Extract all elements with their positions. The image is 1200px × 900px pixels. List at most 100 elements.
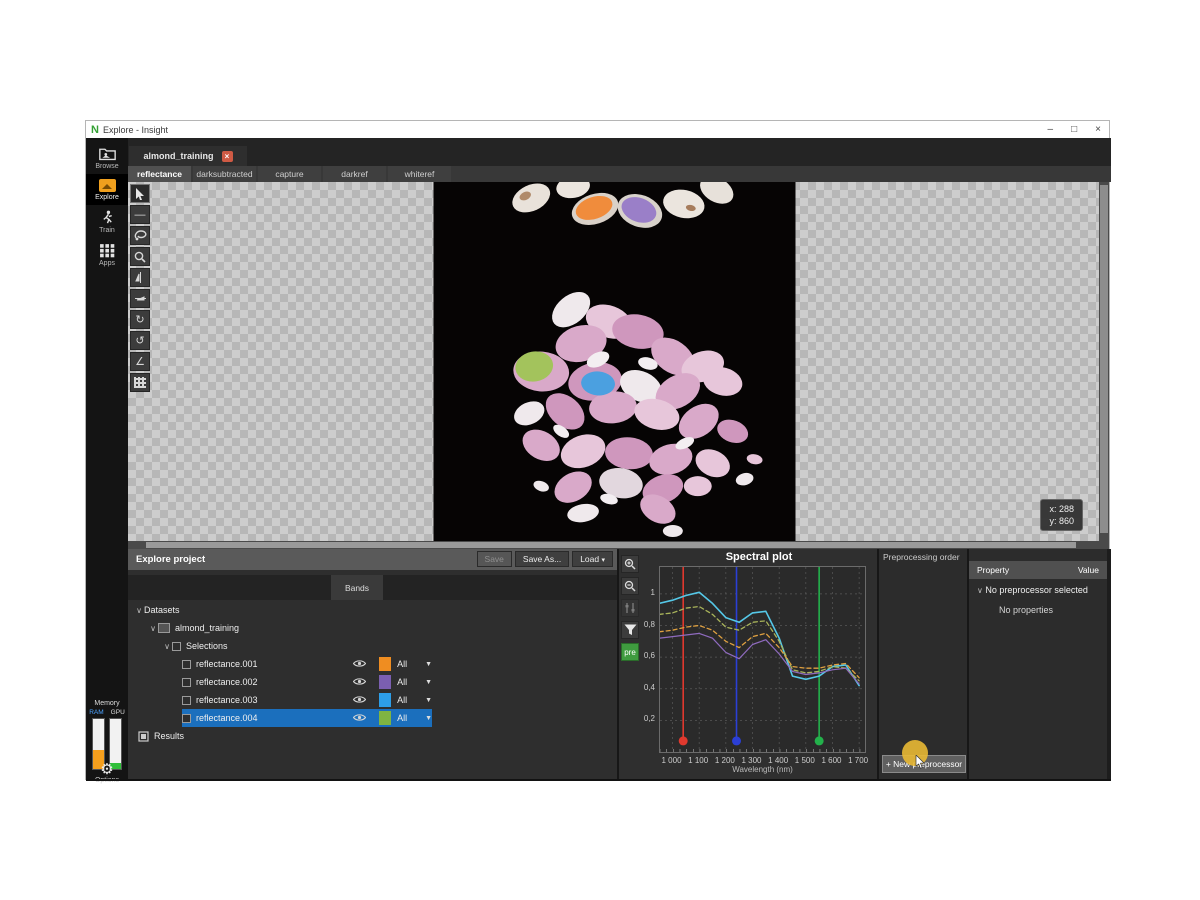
table-row[interactable]: reflectance.004 All ▼ (128, 709, 617, 727)
sidebar-item-apps[interactable]: Apps (86, 238, 128, 271)
x-axis-title: Wavelength (nm) (659, 765, 866, 774)
angle-tool[interactable]: ∠ (130, 352, 150, 371)
checkbox[interactable] (182, 714, 191, 723)
spectral-plot-area[interactable] (659, 566, 866, 753)
ram-label: RAM (89, 709, 103, 716)
selection-color-swatch[interactable] (379, 693, 391, 707)
tab-whiteref[interactable]: whiteref (388, 166, 451, 182)
selection-color-swatch[interactable] (379, 711, 391, 725)
x-tick-label: 1 700 (841, 756, 875, 765)
chevron-down-icon[interactable]: ▼ (425, 661, 432, 668)
maximize-button[interactable]: □ (1071, 124, 1077, 135)
bands-value[interactable]: All (397, 695, 417, 705)
sidebar-item-train[interactable]: Train (86, 205, 128, 238)
visibility-eye-icon[interactable] (353, 713, 369, 724)
visibility-eye-icon[interactable] (353, 659, 369, 670)
bands-value[interactable]: All (397, 713, 417, 723)
tab-almond-training[interactable]: almond_training × (129, 146, 247, 166)
zoom-tool[interactable] (130, 247, 150, 266)
settings-sliders-icon[interactable] (621, 599, 639, 617)
selection-name: reflectance.004 (196, 713, 258, 723)
preprocessing-order-panel: Preprocessing order + New preprocessor (879, 549, 969, 779)
flip-vertical-tool[interactable] (130, 268, 150, 287)
flip-horizontal-tool[interactable] (130, 289, 150, 308)
save-as-button[interactable]: Save As... (515, 551, 569, 567)
hyperspectral-image[interactable] (433, 182, 796, 541)
selection-color-swatch[interactable] (379, 657, 391, 671)
explore-project-panel: Explore project Save Save As... Load ▾ B… (128, 549, 619, 779)
vertical-scrollbar-thumb[interactable] (1100, 185, 1108, 533)
tree-column-header: Bands (128, 575, 617, 600)
save-button[interactable]: Save (477, 551, 512, 567)
stream-tab-bar: reflectance darksubtracted capture darkr… (128, 166, 1111, 182)
bands-grid-tool[interactable] (130, 373, 150, 392)
tree-node-label: Datasets (144, 605, 180, 615)
chevron-down-icon[interactable]: ∨ (148, 624, 158, 633)
chevron-down-icon[interactable]: ▼ (425, 715, 432, 722)
lasso-tool[interactable] (130, 226, 150, 245)
selection-color-swatch[interactable] (379, 675, 391, 689)
rotate-cw-tool[interactable]: ↻ (130, 310, 150, 329)
minimize-button[interactable]: – (1048, 124, 1054, 135)
sidebar-item-label: Explore (95, 194, 119, 201)
bands-column-header[interactable]: Bands (331, 575, 383, 600)
chevron-down-icon: ▾ (601, 557, 605, 564)
close-button[interactable]: × (1095, 124, 1101, 135)
results-icon (138, 731, 149, 742)
rotate-ccw-tool[interactable]: ↺ (130, 331, 150, 350)
tab-darkref[interactable]: darkref (323, 166, 386, 182)
sidebar-item-browse[interactable]: Browse (86, 138, 128, 174)
checkbox[interactable] (182, 660, 191, 669)
bands-value[interactable]: All (397, 677, 417, 687)
y-tick-label: 0,2 (633, 714, 655, 723)
tree-node-dataset[interactable]: ∨ almond_training (128, 619, 617, 637)
apps-grid-icon (99, 243, 116, 258)
pointer-tool[interactable] (130, 184, 150, 203)
checkbox[interactable] (182, 696, 191, 705)
checkbox[interactable] (172, 642, 181, 651)
vertical-scrollbar[interactable] (1099, 182, 1109, 541)
sidebar-item-label: Apps (99, 260, 115, 267)
selection-name: reflectance.002 (196, 677, 258, 687)
chevron-down-icon[interactable]: ∨ (134, 606, 144, 615)
chevron-down-icon[interactable]: ▼ (425, 697, 432, 704)
spectral-plot-panel: Spectral plot pre 0,20,40,60,81 (619, 549, 879, 779)
bands-value[interactable]: All (397, 659, 417, 669)
cursor-coordinates: x: 288 y: 860 (1040, 499, 1083, 531)
chevron-down-icon[interactable]: ∨ (162, 642, 172, 651)
tab-darksubtracted[interactable]: darksubtracted (193, 166, 256, 182)
tree-node-results[interactable]: Results (128, 727, 617, 745)
image-viewer[interactable]: — ↻ ↺ ∠ x: 288 y: 860 (128, 182, 1099, 541)
spectral-plot-canvas (660, 567, 865, 752)
tree-node-datasets[interactable]: ∨ Datasets (128, 601, 617, 619)
load-button-label: Load (580, 554, 599, 564)
viewer-toolbar: — ↻ ↺ ∠ (130, 184, 151, 394)
sidebar-item-explore[interactable]: Explore (86, 174, 128, 205)
line-tool[interactable]: — (130, 205, 150, 224)
load-button[interactable]: Load ▾ (572, 551, 613, 567)
horizontal-scrollbar[interactable] (128, 541, 1109, 549)
table-row[interactable]: reflectance.003All▼ (128, 691, 617, 709)
property-column-header: Property (977, 565, 1009, 575)
y-tick-label: 0,6 (633, 651, 655, 660)
visibility-eye-icon[interactable] (353, 695, 369, 706)
tab-reflectance[interactable]: reflectance (128, 166, 191, 182)
tab-capture[interactable]: capture (258, 166, 321, 182)
visibility-eye-icon[interactable] (353, 677, 369, 688)
chevron-down-icon: ∨ (977, 586, 983, 595)
tree-node-selections[interactable]: ∨ Selections (128, 637, 617, 655)
chevron-down-icon[interactable]: ▼ (425, 679, 432, 686)
value-column-header: Value (1078, 565, 1099, 575)
tree-node-label: almond_training (175, 623, 239, 633)
table-row[interactable]: reflectance.002 All ▼ (128, 673, 617, 691)
gpu-label: GPU (111, 709, 125, 716)
horizontal-scrollbar-thumb[interactable] (146, 542, 1076, 548)
properties-header: Property Value (969, 561, 1107, 579)
tab-label: almond_training (143, 151, 213, 161)
window-title: Explore - Insight (103, 125, 168, 135)
checkbox[interactable] (182, 678, 191, 687)
runner-icon (99, 210, 116, 225)
table-row[interactable]: reflectance.001All▼ (128, 655, 617, 673)
zoom-in-icon[interactable] (621, 555, 639, 573)
tab-close-icon[interactable]: × (222, 151, 233, 162)
